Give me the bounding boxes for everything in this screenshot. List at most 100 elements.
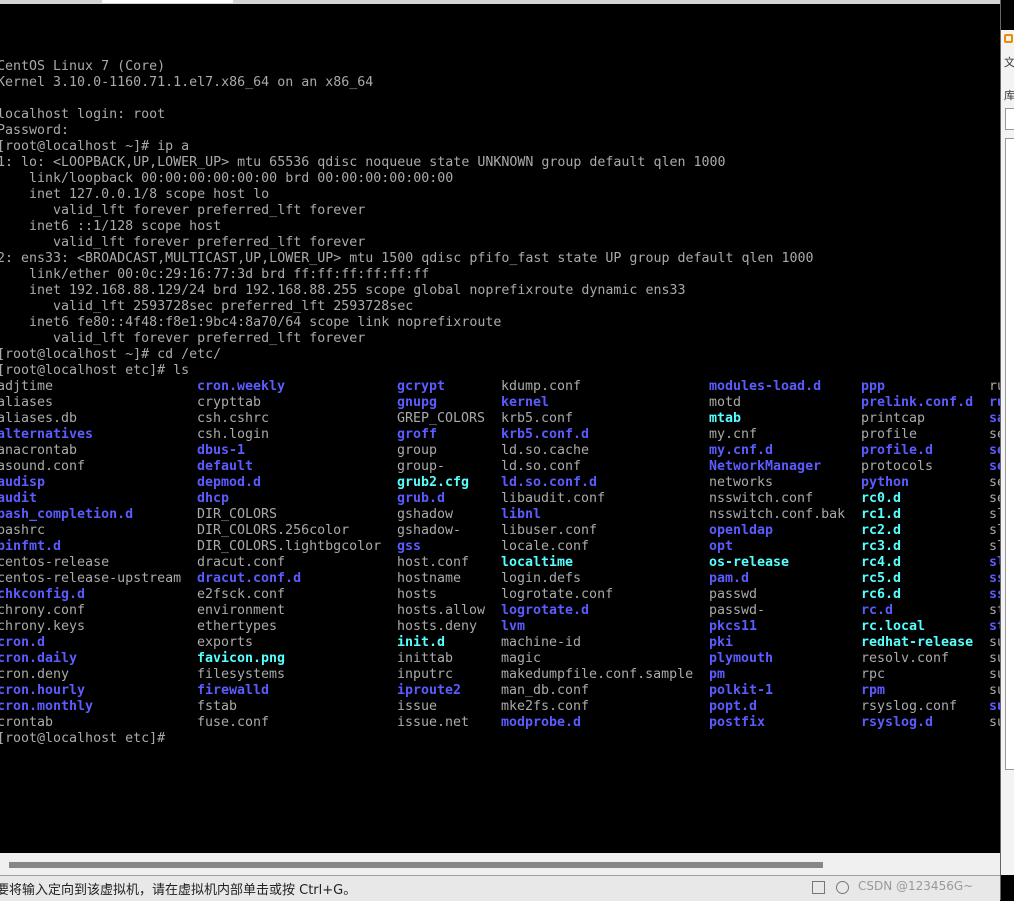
ls-entry-dir: alternatives [0,427,94,442]
ls-entry-file: ru [989,379,1000,394]
ls-entry-file: nsswitch.conf.bak [709,507,846,522]
terminal-line: inet 192.168.88.129/24 brd 192.168.88.25… [0,283,686,298]
ls-entry-dir: firewalld [197,683,270,698]
terminal-line: valid_lft forever preferred_lft forever [0,203,366,218]
list-box[interactable] [1005,138,1014,770]
ls-entry-dir: dbus-1 [197,443,246,458]
ls-entry-file: libuser.conf [501,523,598,538]
terminal-line: Kernel 3.10.0-1160.71.1.el7.x86_64 on an… [0,75,374,90]
terminal-line: link/loopback 00:00:00:00:00:00 brd 00:0… [0,171,454,186]
ls-entry-file: mke2fs.conf [501,699,590,714]
ls-entry-file: se [989,491,1000,506]
ls-entry-dir: ppp [861,379,886,394]
shell-prompt[interactable]: [root@localhost etc]# [0,731,165,747]
ls-entry-file: su [989,635,1000,650]
ls-entry-dir: dracut.conf.d [197,571,302,586]
ls-entry-file: se [989,475,1000,490]
ls-entry-file: dracut.conf [197,555,286,570]
ls-entry-dir: depmod.d [197,475,262,490]
ls-entry-dir: openldap [709,523,774,538]
terminal-line: [root@localhost etc]# ls [0,363,190,378]
ls-entry-dir: audit [0,491,38,506]
ls-entry-file: exports [197,635,254,650]
ls-entry-file: ethertypes [197,619,278,634]
terminal-line: link/ether 00:0c:29:16:77:3d brd ff:ff:f… [0,267,430,282]
cd-drive-icon[interactable] [836,881,849,894]
ls-entry-file: hosts [397,587,438,602]
terminal-line: localhost login: root [0,107,166,122]
ls-entry-file: su [989,651,1000,666]
ls-entry-file: crypttab [197,395,262,410]
status-bar: 要将输入定向到该虚拟机，请在虚拟机内部单击或按 Ctrl+G。 CSDN @12… [0,875,1000,901]
ls-entry-file: locale.conf [501,539,590,554]
ls-entry-file: group [397,443,438,458]
ls-entry-link: localtime [501,555,574,570]
ls-entry-link: mtab [709,411,742,426]
ls-entry-file: hosts.allow [397,603,486,618]
ls-entry-file: anacrontab [0,443,78,458]
terminal-line: Password: [0,123,70,138]
ls-entry-file: e2fsck.conf [197,587,286,602]
ls-entry-file: bashrc [0,523,46,538]
ls-entry-dir: cron.hourly [0,683,86,698]
ls-entry-file: environment [197,603,286,618]
ls-entry-file: passwd [709,587,758,602]
ls-entry-dir: libnl [501,507,542,522]
ls-entry-file: cron.deny [0,667,70,682]
ls-entry-dir: ss [989,571,1000,586]
horizontal-scrollbar[interactable] [0,853,1000,875]
ls-entry-dir: groff [397,427,438,442]
ls-entry-dir: se [989,459,1000,474]
ls-entry-file: motd [709,395,742,410]
terminal-line: inet 127.0.0.1/8 scope host lo [0,187,270,202]
ls-entry-link: rc0.d [861,491,902,506]
ls-entry-file: adjtime [0,379,54,394]
ls-entry-dir: opt [709,539,734,554]
ls-entry-dir: grub.d [397,491,446,506]
ls-entry-dir: postfix [709,715,766,730]
active-vm-tab[interactable] [102,0,233,3]
ls-entry-link: rc1.d [861,507,902,522]
ls-entry-file: gshadow [397,507,454,522]
ls-entry-dir: bash_completion.d [0,507,134,522]
ls-entry-dir: ss [989,587,1000,602]
ls-entry-file: kdump.conf [501,379,582,394]
ls-entry-dir: pkcs11 [709,619,758,634]
ls-entry-dir: kernel [501,395,550,410]
ls-entry-file: issue.net [397,715,470,730]
ls-entry-dir: iproute2 [397,683,462,698]
ls-entry-link: redhat-release [861,635,974,650]
ls-entry-file: issue [397,699,438,714]
ls-entry-file: sl [989,507,1000,522]
ls-entry-file: my.cnf [709,427,758,442]
ls-entry-dir: popt.d [709,699,758,714]
ls-entry-dir: cron.weekly [197,379,286,394]
ls-entry-dir: sa [989,411,1000,426]
ls-entry-dir: binfmt.d [0,539,62,554]
ls-entry-dir: my.cnf.d [709,443,774,458]
ls-entry-file: centos-release [0,555,110,570]
ls-entry-file: sl [989,523,1000,538]
ls-entry-file: fuse.conf [197,715,270,730]
ls-entry-file: gshadow- [397,523,462,538]
ls-entry-file: host.conf [397,555,470,570]
text-input[interactable] [1005,108,1014,130]
hard-disk-icon[interactable] [812,881,825,894]
scrollbar-thumb[interactable] [9,862,823,868]
ls-entry-file: protocols [861,459,934,474]
ls-entry-dir: gnupg [397,395,438,410]
ls-entry-dir: chkconfig.d [0,587,86,602]
terminal-line: CentOS Linux 7 (Core) [0,59,166,74]
vm-console-terminal[interactable]: CentOS Linux 7 (Core) Kernel 3.10.0-1160.… [0,4,1000,853]
terminal-line: valid_lft 2593728sec preferred_lft 25937… [0,299,414,314]
ls-entry-file: makedumpfile.conf.sample [501,667,694,682]
ls-entry-dir: gcrypt [397,379,446,394]
ls-entry-file: st [989,603,1000,618]
status-message: 要将输入定向到该虚拟机，请在虚拟机内部单击或按 Ctrl+G。 [0,883,357,898]
background-window[interactable]: 文 库 [1000,0,1014,900]
ls-entry-file: csh.login [197,427,270,442]
ls-entry-dir: gss [397,539,422,554]
ls-entry-dir: modules-load.d [709,379,822,394]
menu-char: 文 [1004,56,1014,69]
ls-entry-dir: su [989,699,1000,714]
